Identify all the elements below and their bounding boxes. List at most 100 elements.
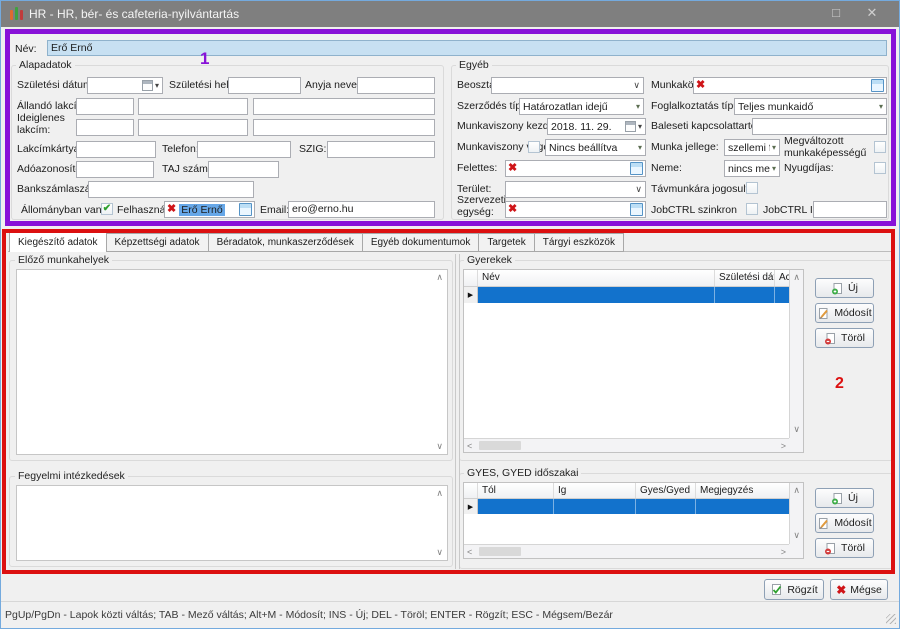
gyerekek-uj-button[interactable]: Új [815,278,874,298]
column-header-szuletesi-datum[interactable]: Születési dátum [715,270,775,286]
allando-lakcim-irsz-input[interactable] [76,98,134,115]
scroll-up-icon[interactable]: ∧ [436,273,443,282]
scroll-down-icon[interactable]: ∨ [793,531,800,540]
terulet-combo[interactable]: ∨ [505,181,646,198]
elozo-munkahelyek-textarea[interactable]: ∧ ∨ [16,269,448,455]
gyerekek-modosit-button[interactable]: Módosít [815,303,874,323]
scrollbar-thumb[interactable] [479,547,521,556]
szerzodes-tipusa-combo[interactable]: Határozatlan idejű ▾ [519,98,644,115]
jobctrl-szinkron-checkbox[interactable] [746,203,758,215]
rogzit-button[interactable]: Rögzít [764,579,824,600]
lookup-browse-button[interactable] [630,162,643,175]
vertical-scrollbar[interactable]: ∧ ∨ [789,270,803,452]
scrollbar-corner [789,438,803,452]
required-x-icon: ✖ [508,163,517,174]
tab-kiegeszito-adatok[interactable]: Kiegészítő adatok [9,232,107,252]
szuletesi-datum-picker[interactable]: ▾ [87,77,163,94]
column-header-ac[interactable]: Ac [775,270,789,286]
gyerekek-torol-button[interactable]: Töröl [815,328,874,348]
close-button[interactable]: ✕ [861,5,883,21]
email-input[interactable]: ero@erno.hu [288,201,435,218]
ideiglenes-lakcim-varos-input[interactable] [138,119,248,136]
tavmunkara-jogosult-checkbox[interactable] [746,182,758,194]
egyeb-title: Egyéb [456,59,492,71]
nyugdijas-checkbox[interactable] [874,162,886,174]
gyes-uj-button[interactable]: Új [815,488,874,508]
ideiglenes-lakcim-utca-input[interactable] [253,119,435,136]
lookup-browse-button[interactable] [871,79,884,92]
fegyelmi-intezkedesek-textarea[interactable]: ∧ ∨ [16,485,448,561]
scroll-down-icon[interactable]: ∨ [436,442,443,451]
munka-jellege-combo[interactable]: szellemi fogla ▾ [724,139,780,156]
munkaviszony-vege-checkbox[interactable] [528,141,540,153]
resize-grip[interactable] [886,614,896,624]
scroll-up-icon[interactable]: ∧ [436,489,443,498]
ideiglenes-lakcim-irsz-input[interactable] [76,119,134,136]
lookup-browse-button[interactable] [630,203,643,216]
gyes-selected-row[interactable]: ▶ [464,499,789,514]
gyerekek-grid-header: Név Születési dátum Ac [464,270,789,287]
megse-button[interactable]: ✖ Mégse [830,579,888,600]
munkaviszony-vege-combo[interactable]: Nincs beállítva ▾ [545,139,646,156]
allomanyban-van-checkbox[interactable]: ✔ [101,203,113,215]
szervezeti-egyseg-lookup-field[interactable]: ✖ [505,201,646,218]
calendar-icon [142,80,153,91]
telefon-input[interactable] [197,141,291,158]
column-header-tol[interactable]: Tól [478,483,554,498]
allando-lakcim-varos-input[interactable] [138,98,248,115]
taj-szam-input[interactable] [208,161,279,178]
nev-input[interactable]: Erő Ernő [47,40,887,56]
anyja-neve-input[interactable] [357,77,435,94]
torol-button-label: Töröl [841,542,865,554]
munkakor-lookup-field[interactable]: ✖ [693,77,887,94]
gyes-torol-button[interactable]: Töröl [815,538,874,558]
scroll-right-icon[interactable]: > [781,442,786,451]
bankszamlaszam-input[interactable] [88,181,254,198]
scroll-down-icon[interactable]: ∨ [436,548,443,557]
tab-kepzettsegi-adatok[interactable]: Képzettségi adatok [107,233,209,252]
scroll-up-icon[interactable]: ∧ [793,486,800,495]
scroll-right-icon[interactable]: > [781,548,786,557]
scroll-left-icon[interactable]: < [467,548,472,557]
horizontal-scrollbar[interactable]: < > [464,544,789,558]
gyes-modosit-button[interactable]: Módosít [815,513,874,533]
tab-targyi-eszkozok[interactable]: Tárgyi eszközök [535,233,624,252]
column-header-nev[interactable]: Név [478,270,715,286]
tab-targetek[interactable]: Targetek [479,233,534,252]
column-header-gyes-gyed[interactable]: Gyes/Gyed [636,483,696,498]
scroll-left-icon[interactable]: < [467,442,472,451]
baleseti-kapcsolattartok-input[interactable] [752,118,887,135]
gyerekek-selected-row[interactable]: ▶ [464,287,789,303]
foglalkoztatas-tipusa-combo[interactable]: Teljes munkaidő ▾ [734,98,887,115]
scrollbar-thumb[interactable] [479,441,521,450]
szig-input[interactable] [327,141,435,158]
column-header-ig[interactable]: Ig [554,483,636,498]
horizontal-scrollbar[interactable]: < > [464,438,789,452]
felettes-lookup-field[interactable]: ✖ [505,160,646,177]
lakcimkartya-input[interactable] [76,141,156,158]
tab-bar: Kiegészítő adatok Képzettségi adatok Bér… [9,233,624,252]
indicator-column-header [464,483,478,498]
baleseti-kapcsolattartok-label: Baleseti kapcsolattartók: [651,120,765,132]
column-header-megjegyzes[interactable]: Megjegyzés [696,483,789,498]
szuletesi-hely-input[interactable] [228,77,301,94]
chevron-down-icon: ∨ [633,81,643,90]
panel-splitter[interactable] [455,254,460,569]
lookup-browse-button[interactable] [239,203,252,216]
felhasznalo-lookup-field[interactable]: ✖ Erő Ernő [164,201,255,218]
munkaviszony-kezdete-picker[interactable]: 2018. 11. 29. ▾ [547,118,646,135]
dropdown-arrow-icon: ▾ [879,103,883,111]
fegyelmi-intezkedesek-title: Fegyelmi intézkedések [15,470,128,482]
maximize-button[interactable]: □ [825,5,847,20]
scroll-down-icon[interactable]: ∨ [793,425,800,434]
megvaltozott-munkakepessegu-checkbox[interactable] [874,141,886,153]
beosztas-combo[interactable]: ∨ [491,77,644,94]
adoazonosito-input[interactable] [76,161,154,178]
jobctrl-id-input[interactable] [813,201,887,218]
tab-beradatok-munkaszerzodesek[interactable]: Béradatok, munkaszerződések [209,233,363,252]
row-indicator-icon: ▶ [464,499,478,514]
tab-egyeb-dokumentumok[interactable]: Egyéb dokumentumok [363,233,480,252]
scroll-up-icon[interactable]: ∧ [793,273,800,282]
allando-lakcim-utca-input[interactable] [253,98,435,115]
neme-combo[interactable]: nincs megadv ▾ [724,160,780,177]
